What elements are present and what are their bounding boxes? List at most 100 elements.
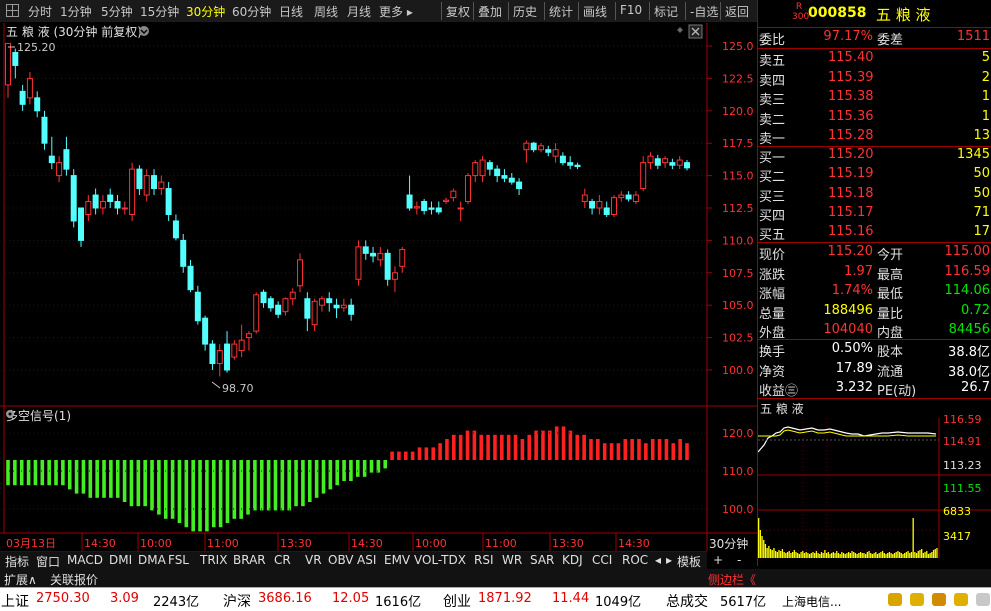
volume-bar [878,553,880,558]
signal-bar [143,460,147,507]
volume-bar [848,552,850,558]
ask-level-5[interactable]: 卖五 115.40 5 [758,49,991,69]
volume-bar [825,553,828,558]
signal-bar [479,434,484,460]
indicator-tab-3[interactable]: DMI [109,553,132,567]
indicator-tab-24[interactable]: - [737,553,741,567]
ask-level-1[interactable]: 卖一 115.28 13 [758,127,991,147]
signal-bar [602,443,607,460]
index-price: 1871.92 [478,591,532,606]
indicator-tab-14[interactable]: RSI [474,553,494,567]
indicator-tab-13[interactable]: VOL-TDX [414,553,466,567]
candle [224,343,231,371]
chat-icon[interactable] [954,593,968,606]
market-badge: R 300 [792,2,810,22]
price-tick: 115.0 [722,170,754,183]
bid-level-1[interactable]: 买一 115.20 1345 [758,146,991,166]
index-name[interactable]: 创业 [443,591,471,611]
indicator-tab-2[interactable]: MACD [67,553,103,567]
related-quote-button[interactable]: 关联报价 [50,571,98,588]
signal-bar [410,451,415,460]
volume-bar [764,544,767,558]
bell-icon[interactable] [932,593,946,606]
volume-bar [849,553,851,558]
indicator-tab-12[interactable]: EMV [384,553,410,567]
candle [494,168,501,177]
signal-bar [383,460,388,469]
candle [253,294,260,332]
signal-bar [554,426,559,460]
index-name[interactable]: 沪深 [223,591,251,611]
volume-bar [769,549,772,558]
indicator-tab-22[interactable]: 模板 [677,553,701,570]
indicator-tab-5[interactable]: FSL [168,553,189,567]
indicator-tab-19[interactable]: ROC [622,553,648,567]
screen-icon[interactable] [976,593,990,606]
signal-bar [129,460,134,507]
kline-chart-area[interactable]: 125.0 122.5 120.0 117.5 115.0 112.5 110.0 107.5… [0,0,757,552]
indicator-tab-10[interactable]: OBV [328,553,354,567]
lock-icon[interactable] [888,593,902,606]
volume-bar [897,551,899,558]
volume-bar [793,550,795,558]
volume-bar [768,546,770,558]
indicator-tab-11[interactable]: ASI [357,553,376,567]
bid-level-4[interactable]: 买四 115.17 71 [758,204,991,224]
volume-bar [758,518,760,558]
candle [413,206,420,209]
order-ratio-row: 委比 97.17% 委差 1511 [759,29,990,48]
price-tick: 102.5 [722,332,754,345]
volume-bar [893,553,896,558]
indicator-tab-0[interactable]: 指标 [5,553,29,570]
candle [523,142,530,151]
flag-icon[interactable] [910,593,924,606]
signal-bar [150,460,154,511]
volume-bar [887,553,889,558]
index-amount: 1049亿 [595,595,642,610]
signal-bar [273,460,278,511]
period-label[interactable]: 30分钟 [709,535,748,552]
indicator-tab-8[interactable]: CR [274,553,291,567]
candle [581,194,588,203]
bid-level-3[interactable]: 买三 115.18 50 [758,185,991,205]
volume-bar [907,551,909,558]
signal-bar [500,434,504,460]
mini-intraday-chart[interactable]: 五 粮 液 116.59 114.91 113.23 111.55 6833 3417 [758,400,991,558]
indicator-tab-20[interactable]: ◂ [655,553,661,567]
candle [399,248,406,267]
indicator-tab-7[interactable]: BRAR [233,553,266,567]
volume-bar [917,551,919,558]
broker-status[interactable]: 上海电信... [782,593,841,610]
indicator-tab-23[interactable]: + [713,553,723,567]
sidebar-toggle[interactable]: 侧边栏《 [708,571,756,588]
signal-bar [287,460,292,511]
time-label: 13:30 [280,537,312,550]
candle [662,158,669,164]
bid-level-2[interactable]: 买二 115.19 50 [758,165,991,185]
indicator-tab-21[interactable]: ▸ [666,553,672,567]
indicator-tab-9[interactable]: VR [305,553,322,567]
ask-level-2[interactable]: 卖二 115.36 1 [758,108,991,128]
indicator-tab-6[interactable]: TRIX [200,553,227,567]
indicator-tab-16[interactable]: SAR [530,553,554,567]
candle [333,304,340,309]
indicator-tab-1[interactable]: 窗口 [36,553,60,570]
expand-button[interactable]: 扩展∧ [4,571,37,588]
candle [165,188,172,215]
indicator-tab-15[interactable]: WR [502,553,522,567]
signal-bar [211,460,216,528]
signal-bar [163,460,168,519]
volume-bar [921,549,923,558]
index-name[interactable]: 上证 [1,591,29,611]
bid-level-5[interactable]: 买五 115.16 17 [758,223,991,243]
indicator-tab-17[interactable]: KDJ [562,553,583,567]
indicator-tab-4[interactable]: DMA [138,553,166,567]
signal-bar [486,434,490,460]
chevron-down-icon[interactable] [139,26,149,36]
candle [318,298,325,306]
indicator-tab-18[interactable]: CCI [592,553,612,567]
candle [85,201,92,215]
ask-level-3[interactable]: 卖三 115.38 1 [758,88,991,108]
ask-level-4[interactable]: 卖四 115.39 2 [758,69,991,89]
candle [340,304,347,309]
